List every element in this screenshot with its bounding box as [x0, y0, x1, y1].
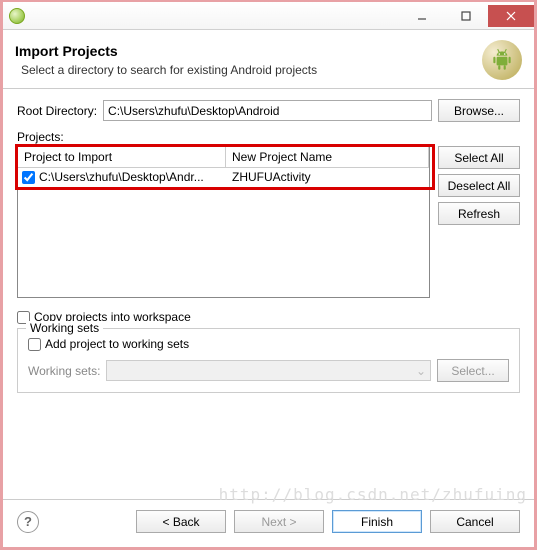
add-working-set-label: Add project to working sets — [45, 337, 189, 351]
working-sets-label: Working sets: — [28, 364, 100, 378]
back-button[interactable]: < Back — [136, 510, 226, 533]
add-working-set-checkbox[interactable] — [28, 338, 41, 351]
finish-button[interactable]: Finish — [332, 510, 422, 533]
project-path: C:\Users\zhufu\Desktop\Andr... — [39, 170, 204, 184]
group-title: Working sets — [26, 321, 103, 335]
projects-label: Projects: — [17, 130, 520, 144]
chevron-down-icon: ⌄ — [416, 364, 426, 378]
column-header-project[interactable]: Project to Import — [18, 147, 226, 168]
select-working-set-button: Select... — [437, 359, 509, 382]
window-titlebar — [3, 2, 534, 30]
dialog-subtitle: Select a directory to search for existin… — [21, 63, 474, 77]
dialog-footer: ? < Back Next > Finish Cancel — [3, 499, 534, 547]
deselect-all-button[interactable]: Deselect All — [438, 174, 520, 197]
table-row[interactable]: C:\Users\zhufu\Desktop\Andr... ZHUFUActi… — [18, 168, 429, 186]
browse-button[interactable]: Browse... — [438, 99, 520, 122]
maximize-button[interactable] — [444, 5, 488, 27]
root-directory-label: Root Directory: — [17, 104, 97, 118]
project-checkbox[interactable] — [22, 171, 35, 184]
column-header-name[interactable]: New Project Name — [226, 147, 429, 168]
working-sets-group: Working sets Add project to working sets… — [17, 328, 520, 393]
android-icon — [482, 40, 522, 80]
select-all-button[interactable]: Select All — [438, 146, 520, 169]
cancel-button[interactable]: Cancel — [430, 510, 520, 533]
project-new-name: ZHUFUActivity — [226, 170, 425, 184]
dialog-header: Import Projects Select a directory to se… — [3, 30, 534, 89]
close-button[interactable] — [488, 5, 534, 27]
working-sets-dropdown: ⌄ — [106, 360, 431, 381]
root-directory-input[interactable] — [103, 100, 432, 121]
dialog-content: Root Directory: Browse... Projects: Proj… — [3, 89, 534, 499]
help-icon[interactable]: ? — [17, 511, 39, 533]
dialog-title: Import Projects — [15, 43, 474, 59]
app-icon — [9, 8, 25, 24]
projects-table[interactable]: Project to Import New Project Name C:\Us… — [17, 146, 430, 298]
minimize-button[interactable] — [400, 5, 444, 27]
refresh-button[interactable]: Refresh — [438, 202, 520, 225]
next-button: Next > — [234, 510, 324, 533]
